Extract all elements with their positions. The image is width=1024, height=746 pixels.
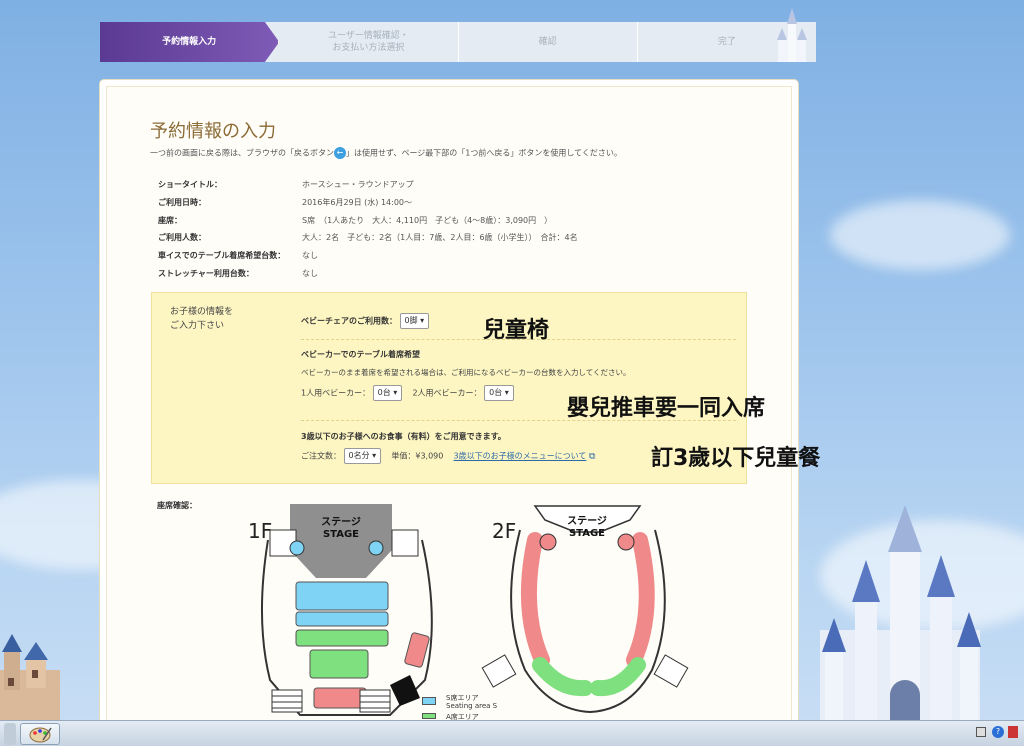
back-button-notice: 一つ前の画面に戻る際は、ブラウザの「戻るボタン ← 」は使用せず、ページ最下部の「1… [150,147,622,159]
seating-check-label: 座席確認： [157,501,197,510]
step-user-confirm: ユーザー情報確認・ お支払い方法選択 [279,22,459,62]
seat-s-box [289,540,305,556]
background-cloud [830,200,1010,270]
step-label: 確認 [538,37,557,47]
info-row: ストレッチャー利用台数： なし [158,268,318,278]
seat-area-a [590,657,646,697]
step-label: ユーザー情報確認・ お支払い方法選択 [327,31,409,53]
legend-a-swatch [422,713,436,719]
annotation-baby-chair: 兒童椅 [483,318,550,343]
children-info-label: お子様の情報を ご入力下さい [170,307,234,331]
meal-menu-link[interactable]: 3歳以下のお子様のメニューについて [454,452,587,461]
seat-s-box [368,540,384,556]
step-reservation-input: 予約情報入力 [100,22,280,62]
seat-area-b [617,533,635,551]
legend-s-swatch [422,697,436,705]
step-confirm: 確認 [459,22,638,62]
stage-label-en: STAGE [323,529,359,540]
network-tray-icon[interactable] [976,727,986,737]
stroller-double-select[interactable]: 0台 ▾ [484,385,514,401]
step-label: 完了 [717,37,736,47]
info-row: 車イスでのテーブル着席希望台数： なし [158,251,318,261]
babychair-select[interactable]: 0脚 ▾ [399,313,430,329]
stroller-description: ベビーカーのまま着席を希望される場合は、ご利用になるベビーカーの台数を入力してく… [301,368,631,377]
progress-steps: 予約情報入力 ユーザー情報確認・ お支払い方法選択 確認 完了 [100,8,816,62]
info-row: ショータイトル： ホースシュー・ラウンドアップ [158,180,414,190]
info-row: ご利用人数： 大人：2名 子ども：2名（1人目：7歳、2人目：6歳（小学生）） 合… [158,233,578,243]
floor-2f-label: 2F [492,519,516,543]
help-tray-icon[interactable]: ? [992,726,1004,738]
back-arrow-icon: ← [334,147,346,159]
meal-count-select[interactable]: 0名分 ▾ [343,448,382,464]
castle-left-illustration [0,634,60,720]
annotation-kids-meal: 訂3歲以下兒童餐 [651,446,821,471]
seat-area-a [295,629,389,647]
info-row: 座席： S席 （1人あたり 大人：4,110円 子ども（4〜8歳）：3,090円 … [158,215,553,225]
seat-area-s [295,581,389,611]
seat-area-a [309,649,369,679]
seat-area-b [313,687,367,709]
stage-label-en: STAGE [569,528,605,539]
reservation-info-table: ショータイトル： ホースシュー・ラウンドアップ ご利用日時： 2016年6月29日 … [150,176,578,282]
floor-1f-label: 1F [248,519,272,543]
seat-area-b [404,632,430,668]
seating-map-2f: 2F ステージ STAGE [481,505,689,714]
step-label: 予約情報入力 [162,37,217,47]
castle-right-illustration [820,505,981,720]
paint-palette-icon [29,727,52,743]
annotation-stroller: 嬰兒推車要一同入席 [567,396,766,421]
stage-label-jp: ステージ [567,515,607,527]
meal-price: 単価：¥3,090 [391,451,444,461]
castle-icon [777,8,807,62]
flag-tray-icon[interactable] [1008,726,1018,738]
seat-area-a [532,657,593,697]
paint-app-button[interactable] [20,723,60,745]
info-row: ご利用日時： 2016年6月29日 (水) 14:00〜 [158,198,413,208]
external-window-icon: ⧉ [588,451,596,462]
page-title: 予約情報の入力 [150,121,276,142]
stage-label-jp: ステージ [321,516,361,528]
seat-area-b [539,533,557,551]
start-edge [4,723,16,745]
os-taskbar: ? [0,720,1024,746]
legend-s-label: S席エリア Seating area S [446,694,498,710]
stroller-single-select[interactable]: 0台 ▾ [372,385,403,401]
seat-area-s [295,611,389,627]
stroller-title: ベビーカーでのテーブル着席希望 [301,350,421,359]
seat-area-b [520,532,550,668]
seat-area-b [626,532,655,668]
